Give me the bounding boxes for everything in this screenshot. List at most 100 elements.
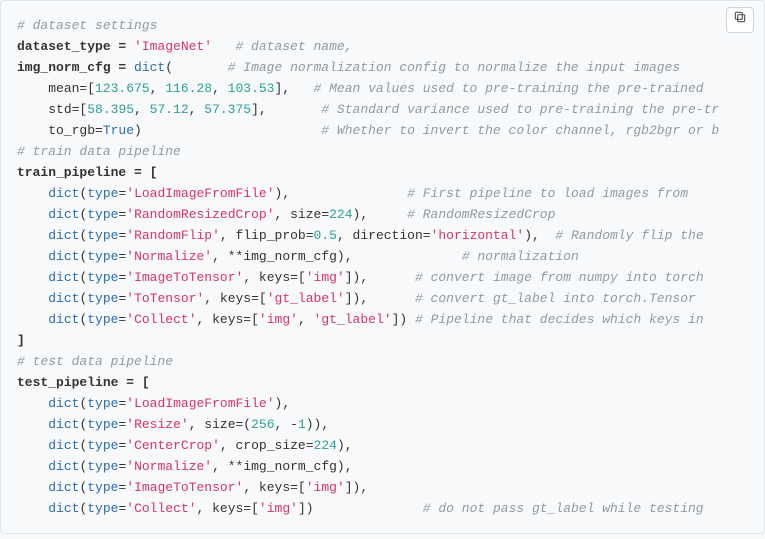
code-keyword: type bbox=[87, 438, 118, 453]
code-keyword: dict bbox=[48, 249, 79, 264]
code-string: 'CenterCrop' bbox=[126, 438, 220, 453]
code-keyword: type bbox=[87, 480, 118, 495]
code-keyword: type bbox=[87, 228, 118, 243]
code-punct: ), bbox=[524, 228, 540, 243]
code-string: 'LoadImageFromFile' bbox=[126, 396, 274, 411]
code-comment: # convert image from numpy into torch bbox=[415, 270, 704, 285]
code-punct: ), bbox=[275, 396, 291, 411]
code-punct: ), bbox=[337, 438, 353, 453]
code-text: img_norm_cfg = bbox=[17, 60, 134, 75]
code-comment: # Mean values used to pre-training the p… bbox=[314, 81, 704, 96]
copy-icon bbox=[733, 10, 747, 31]
code-number: 123.675 bbox=[95, 81, 150, 96]
code-comment: # Standard variance used to pre-training… bbox=[321, 102, 719, 117]
code-keyword: dict bbox=[48, 501, 79, 516]
code-punct: , bbox=[134, 102, 150, 117]
code-number: 103.53 bbox=[228, 81, 275, 96]
code-keyword: dict bbox=[48, 480, 79, 495]
code-comment: # dataset name, bbox=[235, 39, 352, 54]
code-keyword: type bbox=[87, 396, 118, 411]
code-text: , keys=[ bbox=[197, 501, 259, 516]
code-keyword: dict bbox=[48, 396, 79, 411]
code-comment: # Randomly flip the bbox=[555, 228, 703, 243]
code-keyword: type bbox=[87, 501, 118, 516]
code-punct: ), bbox=[353, 207, 369, 222]
code-comment: # test data pipeline bbox=[17, 354, 173, 369]
code-text: , keys=[ bbox=[243, 270, 305, 285]
code-comment: # normalization bbox=[462, 249, 579, 264]
code-string: 'Collect' bbox=[126, 501, 196, 516]
code-punct: ], bbox=[274, 81, 290, 96]
code-string: 'Normalize' bbox=[126, 459, 212, 474]
code-comment: # do not pass gt_label while testing bbox=[423, 501, 704, 516]
code-text: , keys=[ bbox=[243, 480, 305, 495]
code-text: , size=( bbox=[189, 417, 251, 432]
code-number: 57.12 bbox=[150, 102, 189, 117]
code-string: 'img' bbox=[306, 270, 345, 285]
code-text: , size= bbox=[275, 207, 330, 222]
code-punct: , bbox=[298, 312, 314, 327]
code-string: 'LoadImageFromFile' bbox=[126, 186, 274, 201]
code-comment: # dataset settings bbox=[17, 18, 157, 33]
code-punct: ]), bbox=[345, 291, 368, 306]
code-keyword: type bbox=[87, 249, 118, 264]
code-text: train_pipeline = [ bbox=[17, 165, 157, 180]
code-keyword: type bbox=[87, 270, 118, 285]
code-punct: )), bbox=[306, 417, 329, 432]
code-punct: , bbox=[212, 81, 228, 96]
code-keyword: dict bbox=[48, 270, 79, 285]
code-text: to_rgb= bbox=[48, 123, 103, 138]
code-string: 'ToTensor' bbox=[126, 291, 204, 306]
code-punct: ]) bbox=[392, 312, 408, 327]
code-keyword: dict bbox=[48, 459, 79, 474]
code-punct: ]), bbox=[345, 270, 368, 285]
code-text: , **img_norm_cfg), bbox=[212, 249, 352, 264]
code-keyword: True bbox=[103, 123, 134, 138]
code-punct: ) bbox=[134, 123, 142, 138]
code-keyword: type bbox=[87, 312, 118, 327]
code-string: 'img' bbox=[259, 501, 298, 516]
code-keyword: dict bbox=[48, 312, 79, 327]
code-text: mean=[ bbox=[48, 81, 95, 96]
code-string: 'ImageToTensor' bbox=[126, 480, 243, 495]
code-text: , keys=[ bbox=[204, 291, 266, 306]
code-keyword: type bbox=[87, 459, 118, 474]
code-string: 'Normalize' bbox=[126, 249, 212, 264]
code-content: # dataset settings dataset_type = 'Image… bbox=[17, 15, 748, 519]
code-string: 'ImageToTensor' bbox=[126, 270, 243, 285]
code-string: 'ImageNet' bbox=[134, 39, 212, 54]
copy-button[interactable] bbox=[726, 7, 754, 33]
code-punct: , bbox=[189, 102, 205, 117]
code-keyword: type bbox=[87, 207, 118, 222]
code-comment: # convert gt_label into torch.Tensor bbox=[415, 291, 696, 306]
code-comment: # RandomResizedCrop bbox=[407, 207, 555, 222]
code-punct: ], bbox=[251, 102, 267, 117]
code-string: 'RandomResizedCrop' bbox=[126, 207, 274, 222]
code-keyword: dict bbox=[48, 438, 79, 453]
code-punct: ), bbox=[275, 186, 291, 201]
code-text: , crop_size= bbox=[220, 438, 314, 453]
code-comment: # Whether to invert the color channel, r… bbox=[321, 123, 719, 138]
code-number: 58.395 bbox=[87, 102, 134, 117]
code-punct: , bbox=[150, 81, 166, 96]
code-string: 'img' bbox=[259, 312, 298, 327]
code-comment: # Pipeline that decides which keys in bbox=[415, 312, 704, 327]
code-comment: # train data pipeline bbox=[17, 144, 181, 159]
code-number: 1 bbox=[298, 417, 306, 432]
code-text: , **img_norm_cfg), bbox=[212, 459, 352, 474]
code-text: test_pipeline = [ bbox=[17, 375, 150, 390]
code-string: 'gt_label' bbox=[267, 291, 345, 306]
code-string: 'gt_label' bbox=[314, 312, 392, 327]
code-text: , keys=[ bbox=[197, 312, 259, 327]
code-keyword: dict bbox=[48, 207, 79, 222]
code-text: std=[ bbox=[48, 102, 87, 117]
code-keyword: dict bbox=[48, 228, 79, 243]
code-string: 'img' bbox=[306, 480, 345, 495]
code-number: 0.5 bbox=[314, 228, 337, 243]
code-comment: # First pipeline to load images from bbox=[407, 186, 688, 201]
code-keyword: type bbox=[87, 291, 118, 306]
code-keyword: type bbox=[87, 186, 118, 201]
code-number: 57.375 bbox=[204, 102, 251, 117]
code-number: 116.28 bbox=[165, 81, 212, 96]
code-text: , - bbox=[275, 417, 298, 432]
